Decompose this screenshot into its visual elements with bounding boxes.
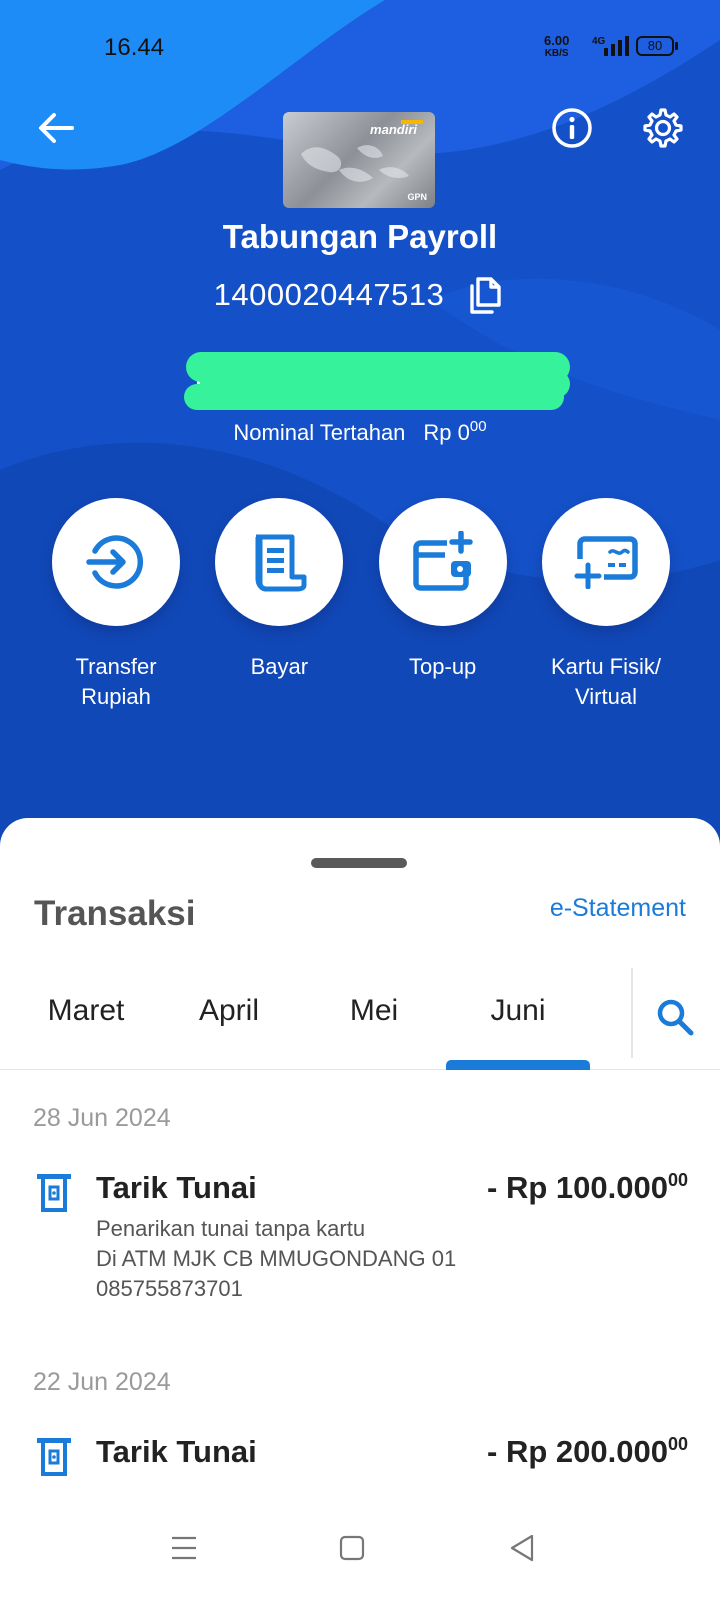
quick-actions: Transfer Rupiah Bayar Top-up Kartu Fisik… <box>36 498 686 712</box>
held-value: Rp 0 <box>423 420 470 445</box>
gear-icon <box>643 108 683 148</box>
action-transfer-label: Transfer Rupiah <box>75 652 156 712</box>
atm-cash-icon <box>37 1438 71 1476</box>
home-square-icon <box>339 1535 365 1561</box>
wallet-topup-icon <box>412 531 473 591</box>
menu-icon <box>172 1536 196 1560</box>
network-speed: 6.00 KB/S <box>544 34 569 60</box>
action-card-circle[interactable] <box>541 498 670 626</box>
transaction-amount-decimals: 00 <box>667 1434 688 1454</box>
action-label-line: Rupiah <box>81 684 151 709</box>
held-label: Nominal Tertahan <box>233 420 406 445</box>
tab-april[interactable]: April <box>157 994 301 1028</box>
network-speed-value: 6.00 <box>544 33 570 48</box>
action-label-line: Virtual <box>575 684 637 709</box>
account-name: Tabungan Payroll <box>222 218 498 255</box>
date-group-label: 28 Jun 2024 <box>33 1104 171 1132</box>
bill-icon <box>255 534 307 592</box>
month-tabs: Maret April Mei Juni <box>0 968 720 1070</box>
transaction-desc-line: Penarikan tunai tanpa kartu <box>96 1216 366 1241</box>
estatement-link[interactable]: e-Statement <box>550 894 686 923</box>
copy-icon <box>470 277 502 314</box>
action-transfer-circle[interactable] <box>52 498 180 626</box>
transaction-amount: - Rp 100.00000 <box>487 1170 688 1206</box>
transaction-title: Tarik Tunai <box>96 1434 257 1469</box>
action-pay-circle[interactable] <box>215 498 344 626</box>
info-button[interactable] <box>546 102 598 154</box>
transactions-sheet: Transaksi e-Statement Maret April Mei Ju… <box>0 818 720 1600</box>
account-number: 1400020447513 <box>213 277 445 312</box>
action-label-line: Bayar <box>250 654 309 679</box>
transactions-title: Transaksi <box>34 894 196 933</box>
transfer-icon <box>86 535 144 589</box>
status-time: 16.44 <box>104 34 165 61</box>
action-topup-circle[interactable] <box>378 498 507 626</box>
action-transfer[interactable]: Transfer Rupiah <box>36 498 196 712</box>
system-navigation-bar <box>0 1500 720 1600</box>
copy-account-button[interactable] <box>466 274 506 316</box>
status-bar: 16.44 6.00 KB/S 4G 80 <box>0 0 720 90</box>
action-pay[interactable]: Bayar <box>199 498 359 712</box>
battery-icon: 80 <box>636 36 678 56</box>
settings-button[interactable] <box>637 102 689 154</box>
action-card-label: Kartu Fisik/ Virtual <box>551 652 661 712</box>
back-button[interactable] <box>30 102 82 154</box>
transaction-desc-line: Di ATM MJK CB MMUGONDANG 01 <box>96 1246 457 1271</box>
transaction-amount: - Rp 200.00000 <box>487 1434 688 1470</box>
transaction-amount-value: - Rp 100.000 <box>487 1170 668 1205</box>
transaction-amount-value: - Rp 200.000 <box>487 1434 668 1469</box>
card-network-logo: GPN <box>407 192 427 202</box>
back-triangle-icon <box>510 1534 534 1562</box>
tab-juni[interactable]: Juni <box>446 994 590 1028</box>
info-icon <box>552 108 592 148</box>
nav-back-button[interactable] <box>502 1528 542 1568</box>
balance-redacted: D <box>184 344 586 412</box>
action-topup-label: Top-up <box>409 652 476 682</box>
transaction-title: Tarik Tunai <box>96 1170 257 1205</box>
tab-mei[interactable]: Mei <box>302 994 446 1028</box>
arrow-left-icon <box>39 113 74 143</box>
transaction-desc-line: 085755873701 <box>96 1276 243 1301</box>
network-speed-unit: KB/S <box>544 48 569 59</box>
transaction-description: Penarikan tunai tanpa kartu Di ATM MJK C… <box>96 1214 456 1304</box>
held-amount: Nominal Tertahan Rp 000 <box>0 418 720 446</box>
card-add-icon <box>574 536 638 589</box>
nav-menu-button[interactable] <box>164 1528 204 1568</box>
sheet-drag-handle[interactable] <box>311 858 407 868</box>
tabs-divider <box>631 968 633 1058</box>
action-card[interactable]: Kartu Fisik/ Virtual <box>526 498 686 712</box>
search-button[interactable] <box>652 994 698 1040</box>
action-label-line: Top-up <box>409 654 477 679</box>
action-label-line: Kartu Fisik/ <box>550 654 661 679</box>
atm-cash-icon <box>37 1174 71 1212</box>
action-label-line: Transfer <box>75 654 157 679</box>
signal-icon <box>604 36 629 56</box>
account-number-row: 1400020447513 <box>0 274 720 316</box>
card-brand: mandiri <box>370 122 417 137</box>
debit-card-image[interactable]: mandiri GPN <box>283 112 435 208</box>
date-group-label: 22 Jun 2024 <box>33 1368 171 1396</box>
search-icon <box>657 999 694 1036</box>
tab-maret[interactable]: Maret <box>14 994 158 1028</box>
transaction-amount-decimals: 00 <box>667 1170 688 1190</box>
active-tab-indicator <box>446 1060 590 1070</box>
action-pay-label: Bayar <box>251 652 308 682</box>
redaction-stroke <box>184 384 564 410</box>
action-topup[interactable]: Top-up <box>363 498 523 712</box>
held-decimals: 00 <box>469 418 487 435</box>
nav-home-button[interactable] <box>332 1528 372 1568</box>
